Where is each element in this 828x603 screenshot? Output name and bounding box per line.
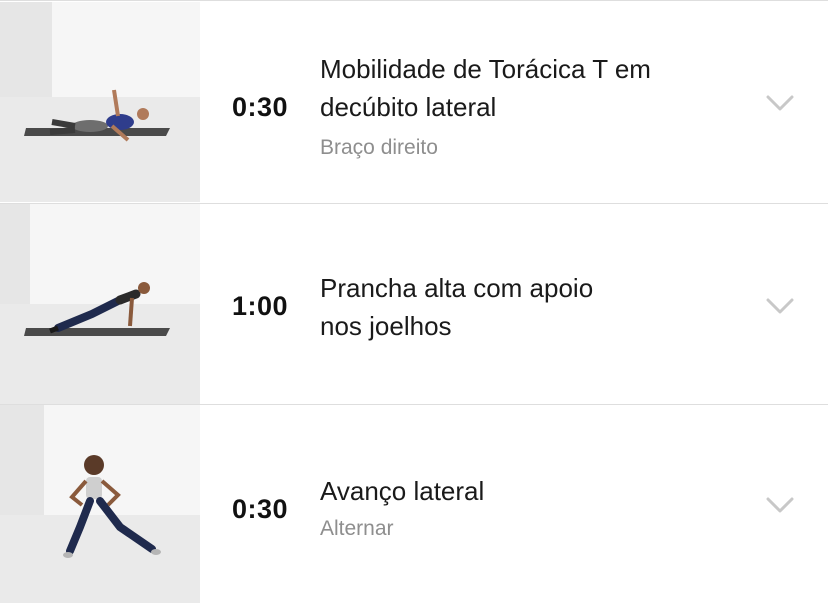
kneeling-high-plank-photo (0, 204, 200, 404)
exercise-row[interactable]: 0:30 Mobilidade de Torácica T em decúbit… (0, 2, 828, 202)
exercise-thumbnail (0, 204, 200, 404)
exercise-title: Avanço lateral (320, 472, 720, 510)
chevron-down-icon[interactable] (766, 298, 794, 314)
exercise-title: Mobilidade de Torácica T em decúbito lat… (320, 50, 720, 126)
exercise-thumbnail (0, 2, 200, 202)
exercise-duration: 1:00 (232, 291, 289, 321)
exercise-title-line: Prancha alta com apoio (320, 273, 594, 303)
exercise-title-line: decúbito lateral (320, 92, 497, 122)
side-lying-thoracic-rotation-photo (0, 2, 200, 202)
exercise-subtitle: Braço direito (320, 136, 438, 159)
exercise-title-line: Mobilidade de Torácica T em (320, 54, 651, 84)
exercise-duration: 0:30 (232, 92, 289, 122)
exercise-title-line: nos joelhos (320, 311, 452, 341)
exercise-thumbnail (0, 405, 200, 603)
exercise-subtitle: Alternar (320, 517, 394, 540)
exercise-title: Prancha alta com apoio nos joelhos (320, 269, 720, 345)
exercise-duration: 0:30 (232, 494, 289, 524)
chevron-down-icon[interactable] (766, 497, 794, 513)
exercise-title-line: Avanço lateral (320, 476, 485, 506)
exercise-row[interactable]: 1:00 Prancha alta com apoio nos joelhos (0, 204, 828, 404)
top-divider (0, 0, 828, 1)
lateral-lunge-photo (0, 405, 200, 603)
exercise-row[interactable]: 0:30 Avanço lateral Alternar (0, 405, 828, 603)
exercise-list: 0:30 Mobilidade de Torácica T em decúbit… (0, 0, 828, 603)
chevron-down-icon[interactable] (766, 95, 794, 111)
